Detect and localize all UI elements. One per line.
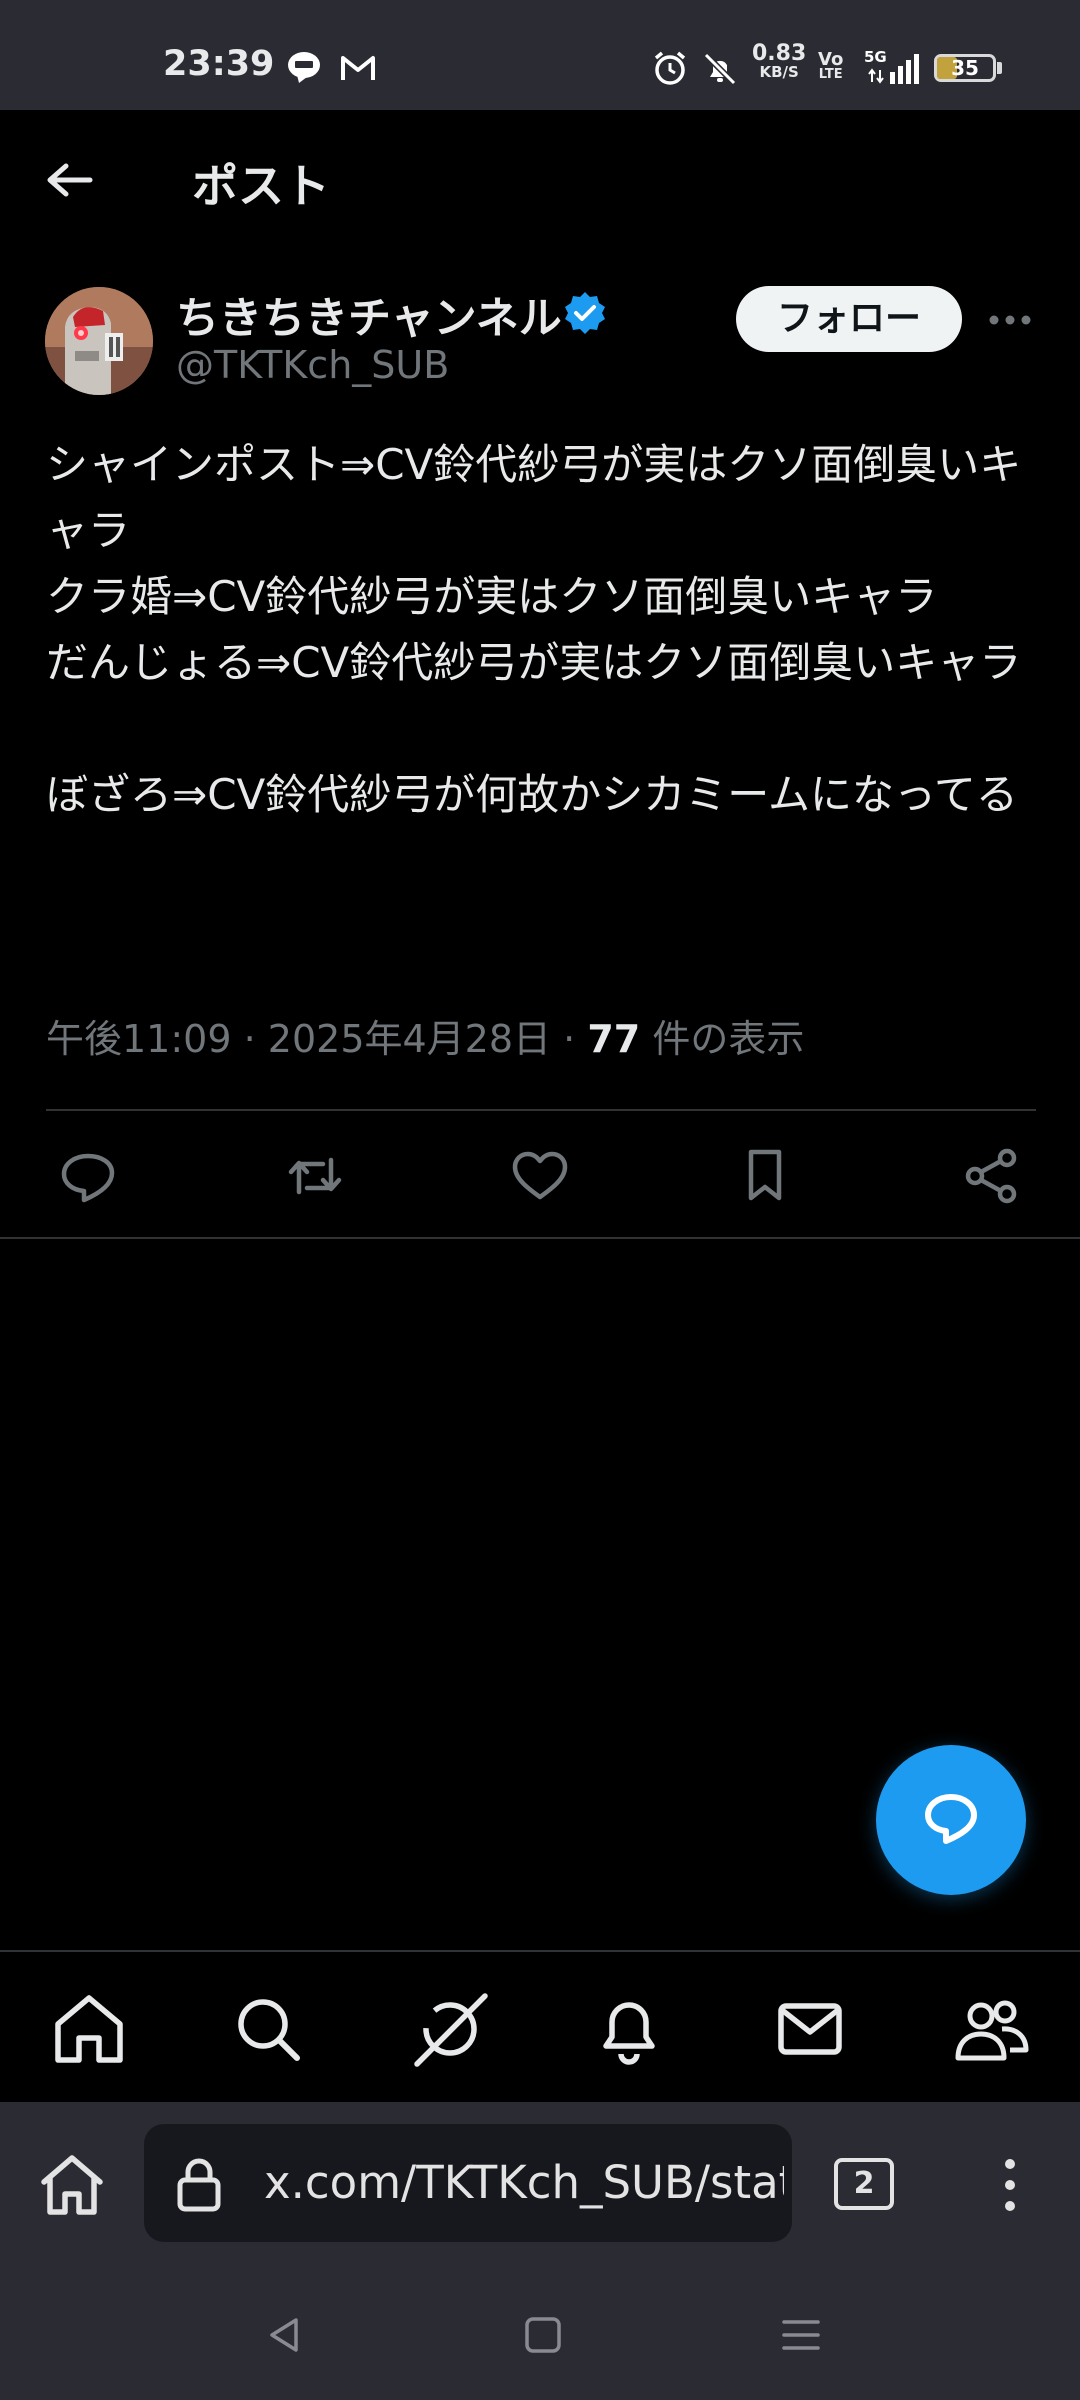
line-app-icon (288, 52, 320, 83)
follow-button[interactable]: フォロー (736, 286, 962, 352)
post-text: シャインポスト⇒CV鈴代紗弓が実はクソ面倒臭いキャラ クラ婚⇒CV鈴代紗弓が実は… (46, 440, 1022, 819)
url-text: x.com/TKTKch_SUB/status (264, 2156, 784, 2209)
divider (46, 1109, 1036, 1111)
more-horizontal-icon (989, 315, 1031, 325)
post-metadata: 午後11:09 · 2025年4月28日 · 77 件の表示 (46, 1008, 804, 1063)
battery-level: 35 (951, 56, 979, 80)
volte-indicator: Vo LTE (818, 49, 844, 82)
volte-bottom: LTE (818, 67, 843, 82)
nav-notifications[interactable] (584, 1984, 674, 2074)
home-icon (41, 2155, 103, 2215)
battery-tip (997, 62, 1002, 74)
repost-button[interactable] (275, 1136, 355, 1216)
avatar[interactable] (45, 287, 153, 395)
tab-switcher-button[interactable]: 2 (834, 2158, 894, 2210)
menu-lines-icon (782, 2320, 820, 2350)
author-name[interactable]: ちきちきチャンネル (176, 284, 562, 346)
status-time: 23:39 (163, 44, 275, 84)
volte-top: Vo (818, 49, 844, 70)
nav-search[interactable] (223, 1984, 313, 2074)
post-time[interactable]: 午後11:09 (46, 1017, 232, 1061)
like-icon (512, 1151, 568, 1200)
reply-icon (61, 1153, 115, 1203)
nav-communities[interactable] (946, 1984, 1036, 2074)
system-home-button[interactable] (518, 2310, 568, 2360)
browser-home-button[interactable] (30, 2142, 114, 2226)
notifications-icon (603, 2002, 655, 2065)
back-button[interactable] (30, 150, 110, 230)
divider (0, 1237, 1080, 1239)
compose-reply-button[interactable] (876, 1745, 1026, 1895)
nav-grok[interactable] (405, 1984, 495, 2074)
more-options-button[interactable] (985, 290, 1035, 350)
home-icon (55, 1995, 123, 2063)
gmail-icon (341, 56, 375, 80)
meta-separator: · (563, 1017, 576, 1061)
reply-button[interactable] (48, 1136, 128, 1216)
browser-menu-button[interactable] (985, 2150, 1035, 2220)
reply-icon (925, 1794, 977, 1844)
network-speed-unit: KB/S (759, 63, 799, 81)
nav-home[interactable] (44, 1984, 134, 2074)
verified-badge-icon (565, 292, 605, 334)
network-speed-value: 0.83 (752, 41, 807, 66)
system-back-button[interactable] (260, 2310, 310, 2360)
communities-icon (955, 2000, 1029, 2061)
view-count-label: 件の表示 (652, 1017, 805, 1061)
network-speed: 0.83 KB/S (752, 41, 807, 81)
bookmark-icon (748, 1149, 782, 1201)
bookmark-button[interactable] (725, 1136, 805, 1216)
system-recents-button[interactable] (776, 2310, 826, 2360)
repost-icon (288, 1157, 342, 1195)
share-button[interactable] (951, 1136, 1031, 1216)
view-count: 77 (587, 1017, 641, 1061)
messages-icon (778, 2003, 842, 2055)
signal-icon (868, 54, 919, 84)
page-title: ポスト (192, 159, 330, 213)
post-date[interactable]: 2025年4月28日 (268, 1017, 551, 1061)
battery-icon: 35 (934, 54, 996, 82)
avatar-image (45, 287, 153, 395)
more-vertical-icon (1005, 2159, 1015, 2211)
share-icon (965, 1148, 1017, 1204)
like-button[interactable] (500, 1136, 580, 1216)
square-home-icon (525, 2317, 561, 2353)
search-icon (238, 1999, 300, 2061)
grok-icon (414, 1993, 488, 2067)
lock-icon (177, 2158, 221, 2212)
alarm-icon (654, 51, 686, 85)
address-bar[interactable]: x.com/TKTKch_SUB/status (144, 2124, 792, 2242)
nav-messages[interactable] (765, 1984, 855, 2074)
triangle-back-icon (270, 2318, 298, 2352)
mute-icon (703, 52, 737, 86)
meta-separator: · (243, 1017, 256, 1061)
bottom-navigation (0, 1950, 1080, 2102)
arrow-left-icon (47, 163, 93, 197)
author-handle[interactable]: @TKTKch_SUB (176, 343, 449, 387)
